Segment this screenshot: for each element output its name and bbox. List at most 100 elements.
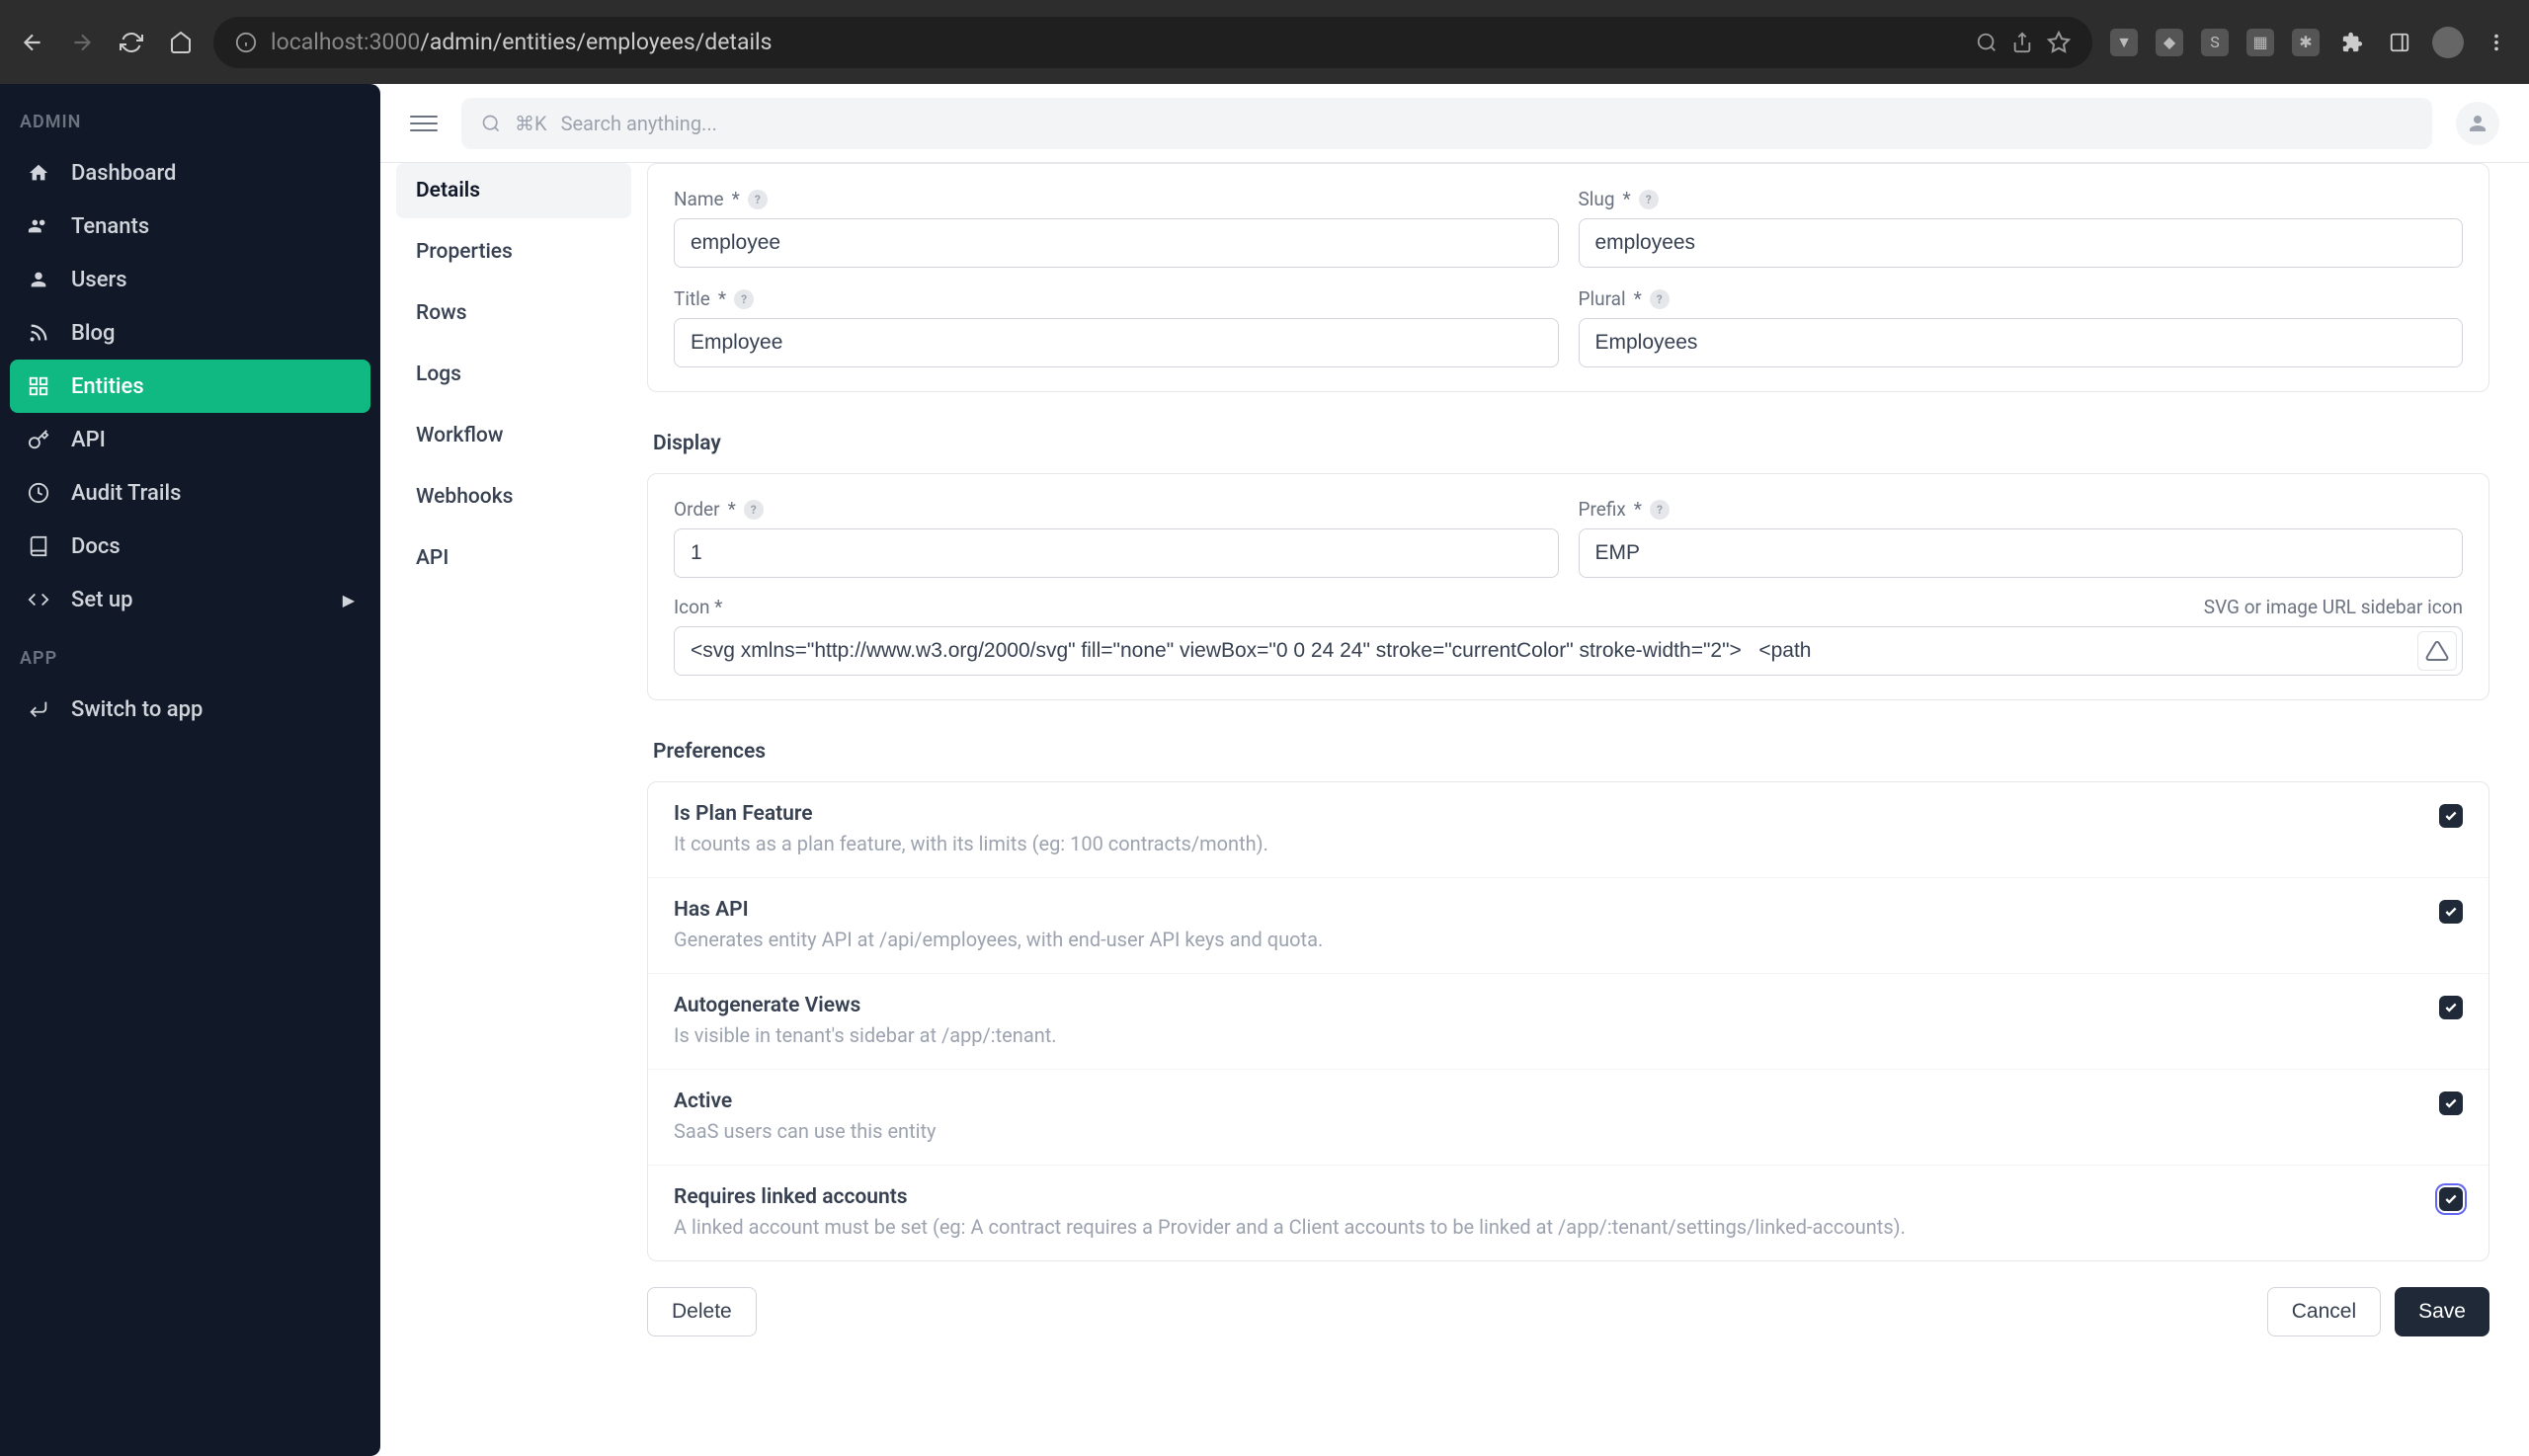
subnav-properties[interactable]: Properties [396, 224, 631, 280]
prefix-input[interactable] [1579, 528, 2464, 578]
delete-button[interactable]: Delete [647, 1287, 757, 1336]
pref-checkbox[interactable] [2439, 1187, 2463, 1211]
cancel-button[interactable]: Cancel [2267, 1287, 2381, 1336]
kebab-menu-icon[interactable] [2482, 28, 2511, 57]
hint-icon[interactable]: ? [1650, 289, 1670, 309]
sidebar-section-app: APP [10, 644, 370, 683]
field-plural: Plural * ? [1579, 287, 2464, 367]
pref-desc: A linked account must be set (eg: A cont… [674, 1213, 2415, 1241]
people-icon [26, 267, 51, 292]
pref-active: Active SaaS users can use this entity [648, 1069, 2488, 1165]
sidebar-item-label: Docs [71, 534, 121, 559]
sidebar-item-entities[interactable]: Entities [10, 360, 370, 413]
search-shortcut: ⌘K [515, 112, 547, 135]
sidebar: ADMIN Dashboard Tenants Users Blog Entit… [0, 84, 380, 1456]
pref-checkbox[interactable] [2439, 804, 2463, 828]
pref-checkbox[interactable] [2439, 1092, 2463, 1115]
icon-input[interactable] [674, 626, 2463, 676]
sidebar-item-label: Dashboard [71, 161, 176, 186]
pref-has-api: Has API Generates entity API at /api/emp… [648, 877, 2488, 973]
slug-label: Slug * ? [1579, 188, 2464, 210]
home-button[interactable] [166, 28, 196, 57]
hint-icon[interactable]: ? [744, 500, 764, 520]
field-prefix: Prefix * ? [1579, 498, 2464, 578]
pref-desc: Is visible in tenant's sidebar at /app/:… [674, 1021, 2415, 1049]
hint-icon[interactable]: ? [734, 289, 754, 309]
subnav-webhooks[interactable]: Webhooks [396, 469, 631, 525]
subnav-details[interactable]: Details [396, 163, 631, 218]
subnav-rows[interactable]: Rows [396, 285, 631, 341]
sidebar-item-label: Blog [71, 321, 115, 346]
app-root: ADMIN Dashboard Tenants Users Blog Entit… [0, 84, 2529, 1456]
search-icon[interactable] [1976, 32, 1998, 53]
plural-label: Plural * ? [1579, 287, 2464, 310]
subnav-logs[interactable]: Logs [396, 347, 631, 402]
hint-icon[interactable]: ? [1639, 190, 1659, 209]
extension-icon[interactable]: ▦ [2246, 29, 2274, 56]
pref-checkbox[interactable] [2439, 900, 2463, 924]
home-icon [26, 160, 51, 186]
title-input[interactable] [674, 318, 1559, 367]
pref-linked-accounts: Requires linked accounts A linked accoun… [648, 1165, 2488, 1260]
sidebar-item-switch-app[interactable]: Switch to app [10, 683, 370, 736]
sidebar-item-label: Switch to app [71, 697, 203, 722]
profile-avatar[interactable] [2432, 27, 2464, 58]
extension-icon[interactable]: S [2201, 29, 2229, 56]
url-bar[interactable]: localhost:3000/admin/entities/employees/… [213, 17, 2092, 68]
slug-input[interactable] [1579, 218, 2464, 268]
user-menu-button[interactable] [2456, 102, 2499, 145]
subnav-workflow[interactable]: Workflow [396, 408, 631, 463]
extensions-puzzle-icon[interactable] [2337, 28, 2367, 57]
section-preferences: Preferences [647, 726, 2489, 781]
name-input[interactable] [674, 218, 1559, 268]
browser-chrome: localhost:3000/admin/entities/employees/… [0, 0, 2529, 84]
content-row: Details Properties Rows Logs Workflow We… [380, 163, 2529, 1456]
collection-icon [26, 373, 51, 399]
star-icon[interactable] [2047, 31, 2071, 54]
order-input[interactable] [674, 528, 1559, 578]
sidebar-item-users[interactable]: Users [10, 253, 370, 306]
sidebar-item-docs[interactable]: Docs [10, 520, 370, 573]
icon-hint: SVG or image URL sidebar icon [2204, 596, 2463, 618]
sidebar-item-label: Tenants [71, 214, 149, 239]
extension-icon[interactable]: ◆ [2156, 29, 2183, 56]
rss-icon [26, 320, 51, 346]
name-label: Name * ? [674, 188, 1559, 210]
sidebar-item-label: Users [71, 268, 127, 292]
sidebar-item-setup[interactable]: Set up ▶ [10, 573, 370, 626]
extension-icon[interactable]: ▼ [2110, 29, 2138, 56]
pref-title: Requires linked accounts [674, 1185, 2415, 1209]
pref-title: Active [674, 1090, 2415, 1113]
prefix-label: Prefix * ? [1579, 498, 2464, 521]
back-button[interactable] [18, 28, 47, 57]
hint-icon[interactable]: ? [748, 190, 768, 209]
reload-button[interactable] [117, 28, 146, 57]
pref-checkbox[interactable] [2439, 996, 2463, 1019]
form-area: Name * ? Slug * ? Title * ? [647, 163, 2529, 1456]
sidebar-item-api[interactable]: API [10, 413, 370, 466]
panel-icon[interactable] [2385, 28, 2414, 57]
order-label: Order * ? [674, 498, 1559, 521]
main: ⌘K Search anything... Details Properties… [380, 84, 2529, 1456]
forward-button[interactable] [67, 28, 97, 57]
clock-icon [26, 480, 51, 506]
plural-input[interactable] [1579, 318, 2464, 367]
pref-desc: Generates entity API at /api/employees, … [674, 926, 2415, 953]
hint-icon[interactable]: ? [1650, 500, 1670, 520]
pref-plan-feature: Is Plan Feature It counts as a plan feat… [648, 782, 2488, 877]
sidebar-item-tenants[interactable]: Tenants [10, 200, 370, 253]
search-box[interactable]: ⌘K Search anything... [461, 98, 2432, 149]
extension-icon[interactable]: ✱ [2292, 29, 2320, 56]
subnav-api[interactable]: API [396, 530, 631, 586]
pref-title: Is Plan Feature [674, 802, 2415, 826]
sidebar-toggle[interactable] [410, 110, 438, 137]
pref-desc: SaaS users can use this entity [674, 1117, 2415, 1145]
field-order: Order * ? [674, 498, 1559, 578]
share-icon[interactable] [2011, 32, 2033, 53]
book-icon [26, 533, 51, 559]
sidebar-item-audit[interactable]: Audit Trails [10, 466, 370, 520]
field-name: Name * ? [674, 188, 1559, 268]
sidebar-item-blog[interactable]: Blog [10, 306, 370, 360]
save-button[interactable]: Save [2395, 1287, 2489, 1336]
sidebar-item-dashboard[interactable]: Dashboard [10, 146, 370, 200]
